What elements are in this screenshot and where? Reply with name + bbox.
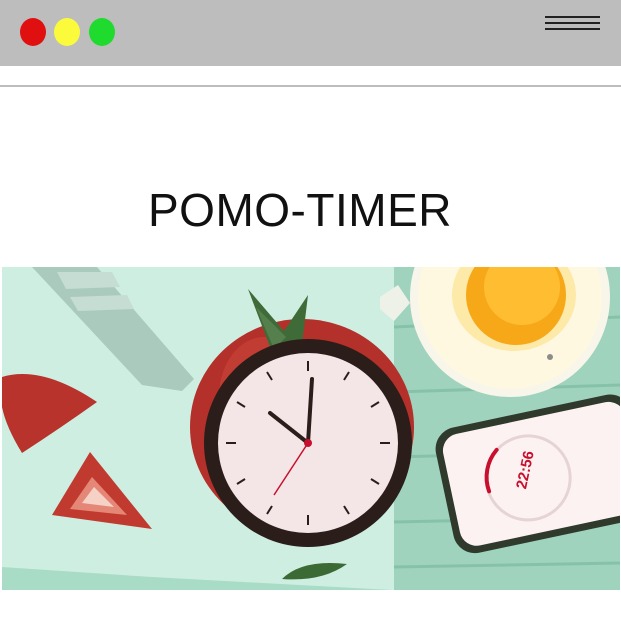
- hero-illustration: 22:56: [2, 267, 620, 590]
- close-button[interactable]: [20, 18, 46, 46]
- window-titlebar: [0, 0, 621, 66]
- maximize-button[interactable]: [89, 18, 115, 46]
- hamburger-menu-icon[interactable]: [545, 14, 600, 34]
- app-window: POMO-TIMER 22:56: [0, 0, 621, 624]
- page-title: POMO-TIMER: [148, 184, 452, 236]
- header-divider: [0, 85, 621, 87]
- minimize-button[interactable]: [54, 18, 80, 46]
